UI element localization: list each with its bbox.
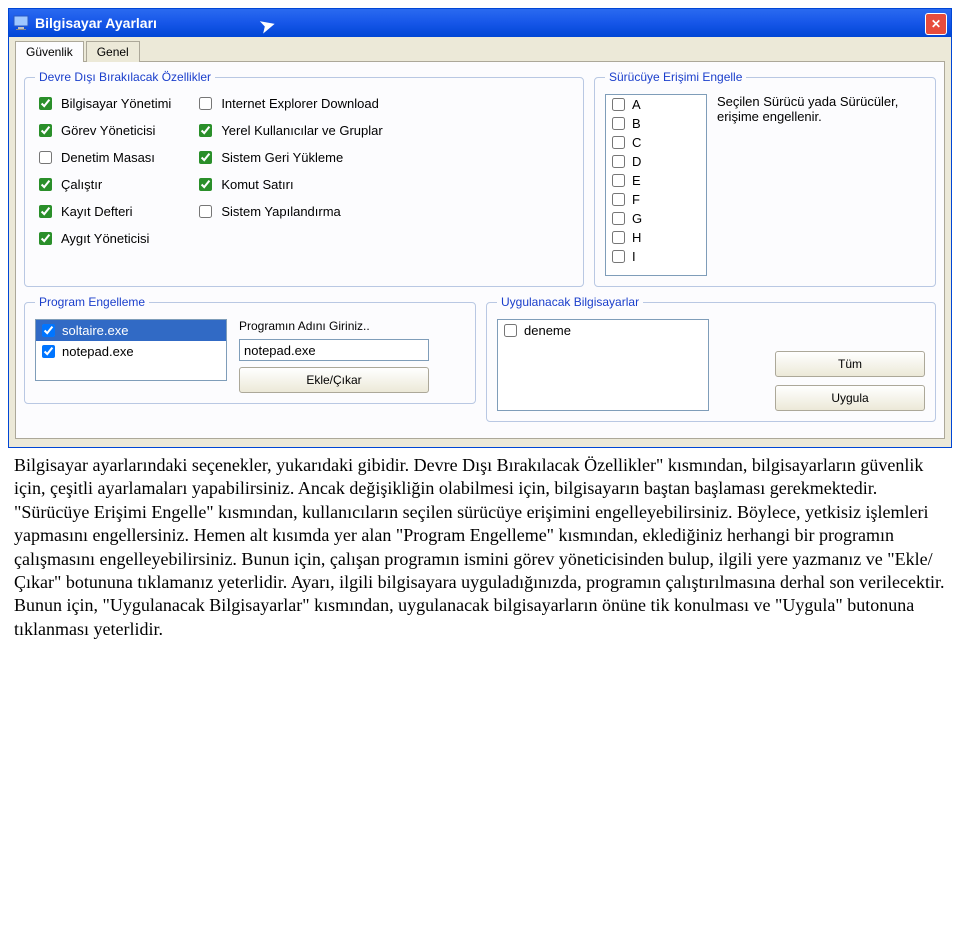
drive-item-I[interactable]: I xyxy=(606,247,706,266)
program-name-input[interactable] xyxy=(239,339,429,361)
feature-3[interactable]: Çalıştır xyxy=(35,175,171,194)
tab-panel-security: Devre Dışı Bırakılacak Özellikler Bilgis… xyxy=(15,61,945,439)
drive-item-C[interactable]: C xyxy=(606,133,706,152)
programs-group: Program Engelleme soltaire.exenotepad.ex… xyxy=(24,295,476,404)
feature-b-0-checkbox[interactable] xyxy=(199,97,212,110)
tab-security[interactable]: Güvenlik xyxy=(15,41,84,62)
feature-5-label: Aygıt Yöneticisi xyxy=(61,231,149,246)
program-item-0[interactable]: soltaire.exe xyxy=(36,320,226,341)
cursor-icon: ➤ xyxy=(256,11,279,39)
add-remove-button[interactable]: Ekle/Çıkar xyxy=(239,367,429,393)
feature-0-checkbox[interactable] xyxy=(39,97,52,110)
features-legend: Devre Dışı Bırakılacak Özellikler xyxy=(35,70,215,84)
drive-item-A[interactable]: A xyxy=(606,95,706,114)
feature-1-label: Görev Yöneticisi xyxy=(61,123,155,138)
feature-1-checkbox[interactable] xyxy=(39,124,52,137)
drive-item-B[interactable]: B xyxy=(606,114,706,133)
settings-window: Bilgisayar Ayarları ➤ ✕ Güvenlik Genel D… xyxy=(8,8,952,448)
program-input-label: Programın Adını Giriniz.. xyxy=(239,319,429,333)
drive-desc: Seçilen Sürücü yada Sürücüler, erişime e… xyxy=(717,94,925,276)
explanation-text: Bilgisayar ayarlarındaki seçenekler, yuk… xyxy=(0,448,960,661)
feature-b-0-label: Internet Explorer Download xyxy=(221,96,379,111)
feature-b-2[interactable]: Sistem Geri Yükleme xyxy=(195,148,382,167)
program-checkbox-0[interactable] xyxy=(42,324,55,337)
drives-legend: Sürücüye Erişimi Engelle xyxy=(605,70,746,84)
close-button[interactable]: ✕ xyxy=(925,13,947,35)
feature-b-1[interactable]: Yerel Kullanıcılar ve Gruplar xyxy=(195,121,382,140)
drive-checkbox-F[interactable] xyxy=(612,193,625,206)
drive-item-F[interactable]: F xyxy=(606,190,706,209)
drive-checkbox-B[interactable] xyxy=(612,117,625,130)
feature-4-checkbox[interactable] xyxy=(39,205,52,218)
drive-item-D[interactable]: D xyxy=(606,152,706,171)
tab-general[interactable]: Genel xyxy=(86,41,140,62)
drive-checkbox-D[interactable] xyxy=(612,155,625,168)
feature-2-label: Denetim Masası xyxy=(61,150,155,165)
feature-5[interactable]: Aygıt Yöneticisi xyxy=(35,229,171,248)
window-title: Bilgisayar Ayarları xyxy=(35,15,157,31)
drive-item-E[interactable]: E xyxy=(606,171,706,190)
computer-item-0[interactable]: deneme xyxy=(498,320,708,341)
drive-checkbox-H[interactable] xyxy=(612,231,625,244)
feature-b-4-label: Sistem Yapılandırma xyxy=(221,204,340,219)
drive-list[interactable]: ABCDEFGHI xyxy=(605,94,707,276)
drive-checkbox-G[interactable] xyxy=(612,212,625,225)
feature-b-0[interactable]: Internet Explorer Download xyxy=(195,94,382,113)
feature-0[interactable]: Bilgisayar Yönetimi xyxy=(35,94,171,113)
features-group: Devre Dışı Bırakılacak Özellikler Bilgis… xyxy=(24,70,584,287)
feature-5-checkbox[interactable] xyxy=(39,232,52,245)
feature-b-4[interactable]: Sistem Yapılandırma xyxy=(195,202,382,221)
drives-group: Sürücüye Erişimi Engelle ABCDEFGHI Seçil… xyxy=(594,70,936,287)
feature-3-label: Çalıştır xyxy=(61,177,102,192)
feature-3-checkbox[interactable] xyxy=(39,178,52,191)
program-list[interactable]: soltaire.exenotepad.exe xyxy=(35,319,227,381)
computer-checkbox-0[interactable] xyxy=(504,324,517,337)
feature-b-3[interactable]: Komut Satırı xyxy=(195,175,382,194)
features-col1: Bilgisayar Yönetimi Görev Yöneticisi Denet… xyxy=(35,94,171,248)
feature-4[interactable]: Kayıt Defteri xyxy=(35,202,171,221)
feature-0-label: Bilgisayar Yönetimi xyxy=(61,96,171,111)
feature-2-checkbox[interactable] xyxy=(39,151,52,164)
feature-b-3-checkbox[interactable] xyxy=(199,178,212,191)
feature-b-1-checkbox[interactable] xyxy=(199,124,212,137)
apply-legend: Uygulanacak Bilgisayarlar xyxy=(497,295,643,309)
computer-list[interactable]: deneme xyxy=(497,319,709,411)
all-button[interactable]: Tüm xyxy=(775,351,925,377)
apply-button[interactable]: Uygula xyxy=(775,385,925,411)
drive-checkbox-C[interactable] xyxy=(612,136,625,149)
feature-4-label: Kayıt Defteri xyxy=(61,204,133,219)
features-col2: Internet Explorer Download Yerel Kullanıc… xyxy=(195,94,382,248)
drive-checkbox-A[interactable] xyxy=(612,98,625,111)
programs-legend: Program Engelleme xyxy=(35,295,149,309)
app-icon xyxy=(13,15,29,31)
client-area: Güvenlik Genel Devre Dışı Bırakılacak Öz… xyxy=(9,37,951,447)
feature-b-2-label: Sistem Geri Yükleme xyxy=(221,150,343,165)
drive-item-H[interactable]: H xyxy=(606,228,706,247)
drive-item-G[interactable]: G xyxy=(606,209,706,228)
apply-group: Uygulanacak Bilgisayarlar deneme Tüm Uyg… xyxy=(486,295,936,422)
feature-b-1-label: Yerel Kullanıcılar ve Gruplar xyxy=(221,123,382,138)
drive-checkbox-E[interactable] xyxy=(612,174,625,187)
feature-b-2-checkbox[interactable] xyxy=(199,151,212,164)
program-checkbox-1[interactable] xyxy=(42,345,55,358)
titlebar[interactable]: Bilgisayar Ayarları ➤ ✕ xyxy=(9,9,951,37)
feature-b-3-label: Komut Satırı xyxy=(221,177,293,192)
drive-checkbox-I[interactable] xyxy=(612,250,625,263)
feature-b-4-checkbox[interactable] xyxy=(199,205,212,218)
feature-2[interactable]: Denetim Masası xyxy=(35,148,171,167)
program-item-1[interactable]: notepad.exe xyxy=(36,341,226,362)
feature-1[interactable]: Görev Yöneticisi xyxy=(35,121,171,140)
tabs: Güvenlik Genel xyxy=(15,41,945,62)
